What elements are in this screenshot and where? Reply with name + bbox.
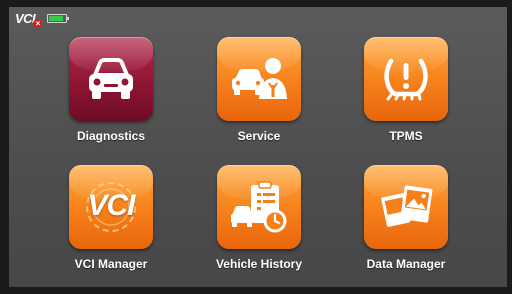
app-label-vci-manager: VCI Manager xyxy=(74,257,148,271)
app-tile-vci-manager[interactable]: VCI VCI Manager xyxy=(46,165,176,271)
status-bar: VCI × xyxy=(15,10,70,28)
disconnected-icon: × xyxy=(33,18,43,28)
app-label-data-manager: Data Manager xyxy=(366,257,446,271)
tablet-frame: VCI × Diagnostics Service TPMS VCI VCI M… xyxy=(0,0,512,294)
tire-pressure-warning-icon xyxy=(364,37,448,121)
app-tile-diagnostics[interactable]: Diagnostics xyxy=(46,37,176,143)
app-label-tpms: TPMS xyxy=(389,129,423,143)
battery-level xyxy=(49,15,63,21)
app-label-diagnostics: Diagnostics xyxy=(76,129,145,143)
car-history-clipboard-icon xyxy=(217,165,301,249)
vci-icon-text: VCI xyxy=(87,189,135,222)
battery-icon xyxy=(47,13,70,23)
car-front-icon xyxy=(69,37,153,121)
image-files-icon xyxy=(364,165,448,249)
home-screen: VCI × Diagnostics Service TPMS VCI VCI M… xyxy=(9,7,507,287)
vci-status-label: VCI xyxy=(15,10,36,26)
app-tile-vehicle-history[interactable]: Vehicle History xyxy=(194,165,324,271)
vci-connection-indicator[interactable]: VCI × xyxy=(15,10,43,28)
app-tile-data-manager[interactable]: Data Manager xyxy=(341,165,471,271)
app-tile-tpms[interactable]: TPMS xyxy=(341,37,471,143)
car-mechanic-icon xyxy=(217,37,301,121)
app-label-vehicle-history: Vehicle History xyxy=(215,257,303,271)
app-tile-service[interactable]: Service xyxy=(194,37,324,143)
app-label-service: Service xyxy=(237,129,281,143)
vci-gear-icon: VCI xyxy=(69,165,153,249)
